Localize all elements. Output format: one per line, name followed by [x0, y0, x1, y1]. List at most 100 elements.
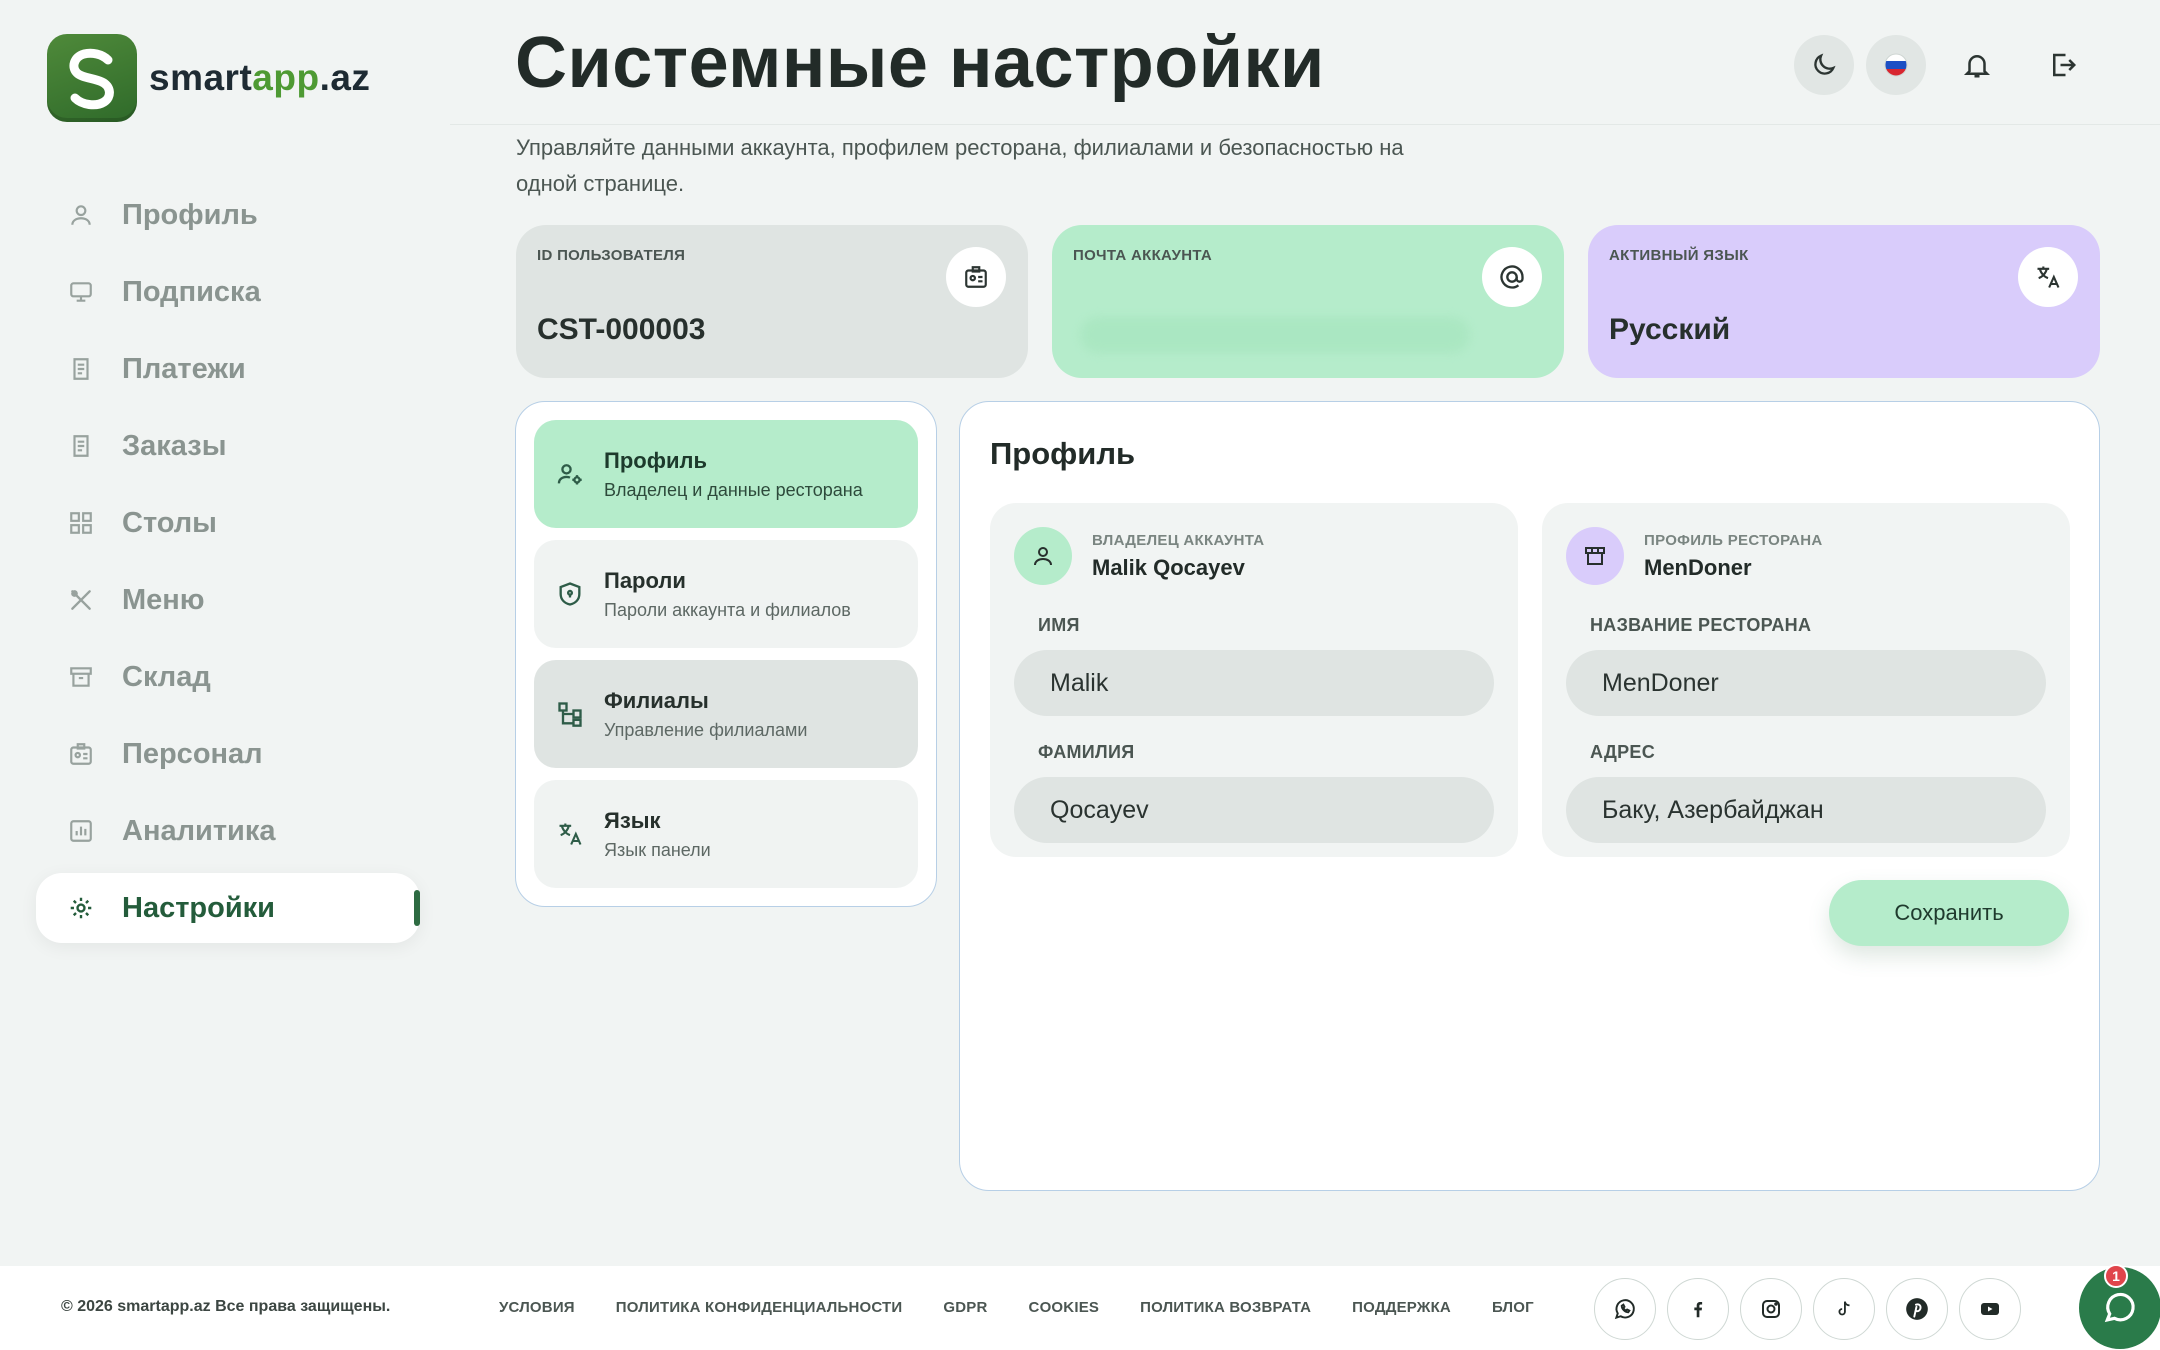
user-icon	[1014, 527, 1072, 585]
page-title: Системные настройки	[515, 23, 1325, 103]
footer-link-terms[interactable]: УСЛОВИЯ	[499, 1299, 575, 1316]
panel-title: Профиль	[990, 436, 1136, 471]
first-name-input[interactable]	[1014, 650, 1494, 716]
translate-icon	[2018, 247, 2078, 307]
sidebar-item-profile[interactable]: Профиль	[36, 180, 420, 250]
save-button[interactable]: Сохранить	[1829, 880, 2069, 946]
utensils-icon	[71, 590, 91, 610]
stat-value: Русский	[1609, 313, 1731, 346]
sidebar-item-warehouse[interactable]: Склад	[36, 642, 420, 712]
sidebar-nav: Профиль Подписка Платежи Заказы Столы Ме…	[36, 180, 420, 950]
footer-link-blog[interactable]: БЛОГ	[1492, 1299, 1534, 1316]
brand-logo[interactable]: smartapp.az	[47, 34, 370, 122]
archive-icon	[70, 667, 92, 687]
sidebar-item-label: Столы	[122, 506, 217, 539]
settings-tab-title: Пароли	[604, 567, 686, 593]
footer-link-support[interactable]: ПОДДЕРЖКА	[1352, 1299, 1451, 1316]
stat-card-user-id: ID ПОЛЬЗОВАТЕЛЯ CST-000003	[516, 225, 1028, 378]
sidebar-item-label: Подписка	[122, 275, 261, 308]
last-name-input[interactable]	[1014, 777, 1494, 843]
footer: © 2026 smartapp.az Все права защищены. У…	[0, 1266, 2160, 1350]
sidebar-item-orders[interactable]: Заказы	[36, 411, 420, 481]
restaurant-name: MenDoner	[1644, 554, 1752, 580]
instagram-icon	[1762, 1300, 1780, 1318]
tiktok-button[interactable]	[1813, 1278, 1875, 1340]
settings-tab-subtitle: Язык панели	[604, 839, 711, 860]
footer-link-gdpr[interactable]: GDPR	[943, 1299, 987, 1316]
at-sign-icon	[1482, 247, 1542, 307]
logout-button[interactable]	[2033, 35, 2093, 95]
settings-tab-title: Филиалы	[604, 687, 709, 713]
instagram-button[interactable]	[1740, 1278, 1802, 1340]
settings-tab-profile[interactable]: Профиль Владелец и данные ресторана	[534, 420, 918, 528]
social-links	[1594, 1278, 2032, 1340]
pinterest-icon	[1906, 1298, 1928, 1320]
stat-card-email: ПОЧТА АККАУНТА	[1052, 225, 1564, 378]
restaurant-card: ПРОФИЛЬ РЕСТОРАНА MenDoner НАЗВАНИЕ РЕСТ…	[1542, 503, 2070, 857]
shield-icon	[559, 582, 581, 606]
sidebar-item-label: Склад	[122, 660, 211, 693]
settings-tab-title: Язык	[604, 807, 661, 833]
user-gear-icon	[557, 464, 582, 485]
owner-card: ВЛАДЕЛЕЦ АККАУНТА Malik Qocayev ИМЯ ФАМИ…	[990, 503, 1518, 857]
notifications-button[interactable]	[1947, 35, 2007, 95]
logo-icon	[47, 34, 137, 122]
last-name-label: ФАМИЛИЯ	[1038, 742, 1135, 762]
branches-icon	[558, 702, 582, 727]
footer-links: УСЛОВИЯ ПОЛИТИКА КОНФИДЕНЦИАЛЬНОСТИ GDPR…	[499, 1299, 1575, 1316]
grid-icon	[70, 512, 92, 534]
sidebar-item-tables[interactable]: Столы	[36, 488, 420, 558]
address-input[interactable]	[1566, 777, 2046, 843]
store-icon	[1566, 527, 1624, 585]
sidebar-item-analytics[interactable]: Аналитика	[36, 796, 420, 866]
orders-icon	[73, 435, 89, 457]
bell-icon	[1963, 55, 1991, 78]
brand-name: smartapp.az	[149, 57, 371, 98]
stat-card-language: АКТИВНЫЙ ЯЗЫК Русский	[1588, 225, 2100, 378]
footer-link-cookies[interactable]: COOKIES	[1029, 1299, 1100, 1316]
sidebar-item-label: Аналитика	[122, 814, 276, 847]
restaurant-name-input[interactable]	[1566, 650, 2046, 716]
settings-tab-subtitle: Владелец и данные ресторана	[604, 479, 863, 500]
whatsapp-button[interactable]	[1594, 1278, 1656, 1340]
youtube-icon	[1981, 1303, 1999, 1315]
header-divider	[450, 124, 2160, 125]
sidebar-item-settings[interactable]: Настройки	[36, 873, 420, 943]
subscription-icon	[70, 282, 92, 302]
settings-tab-passwords[interactable]: Пароли Пароли аккаунта и филиалов	[534, 540, 918, 648]
user-icon	[71, 205, 91, 225]
chart-icon	[70, 820, 92, 842]
owner-caption: ВЛАДЕЛЕЦ АККАУНТА	[1092, 531, 1265, 549]
language-flag-button[interactable]	[1866, 35, 1926, 95]
sidebar-item-subscription[interactable]: Подписка	[36, 257, 420, 327]
chat-unread-badge: 1	[2104, 1264, 2128, 1288]
facebook-button[interactable]	[1667, 1278, 1729, 1340]
sidebar-item-label: Меню	[122, 583, 205, 616]
youtube-button[interactable]	[1959, 1278, 2021, 1340]
sidebar-item-staff[interactable]: Персонал	[36, 719, 420, 789]
sidebar-item-menu[interactable]: Меню	[36, 565, 420, 635]
sidebar-item-label: Заказы	[122, 429, 227, 462]
restaurant-caption: ПРОФИЛЬ РЕСТОРАНА	[1644, 531, 1823, 549]
footer-link-refund[interactable]: ПОЛИТИКА ВОЗВРАТА	[1140, 1299, 1311, 1316]
translate-icon	[559, 823, 582, 845]
page-subtitle: Управляйте данными аккаунта, профилем ре…	[516, 135, 1404, 196]
settings-menu: Профиль Владелец и данные ресторана Паро…	[515, 401, 937, 907]
settings-tab-language[interactable]: Язык Язык панели	[534, 780, 918, 888]
pinterest-button[interactable]	[1886, 1278, 1948, 1340]
theme-toggle-button[interactable]	[1794, 35, 1854, 95]
chat-bubble-icon	[2104, 1292, 2135, 1323]
settings-tab-title: Профиль	[604, 447, 707, 473]
email-blurred-value	[1080, 317, 1470, 353]
logout-icon	[2053, 53, 2077, 77]
address-label: АДРЕС	[1590, 742, 1656, 762]
settings-tab-branches[interactable]: Филиалы Управление филиалами	[534, 660, 918, 768]
restaurant-name-label: НАЗВАНИЕ РЕСТОРАНА	[1590, 615, 1812, 635]
sidebar-item-payments[interactable]: Платежи	[36, 334, 420, 404]
footer-link-privacy[interactable]: ПОЛИТИКА КОНФИДЕНЦИАЛЬНОСТИ	[616, 1299, 903, 1316]
facebook-icon	[1694, 1301, 1703, 1318]
tiktok-icon	[1838, 1301, 1850, 1316]
stat-label: ID ПОЛЬЗОВАТЕЛЯ	[537, 247, 686, 264]
first-name-label: ИМЯ	[1038, 615, 1080, 635]
receipt-icon	[73, 358, 89, 380]
